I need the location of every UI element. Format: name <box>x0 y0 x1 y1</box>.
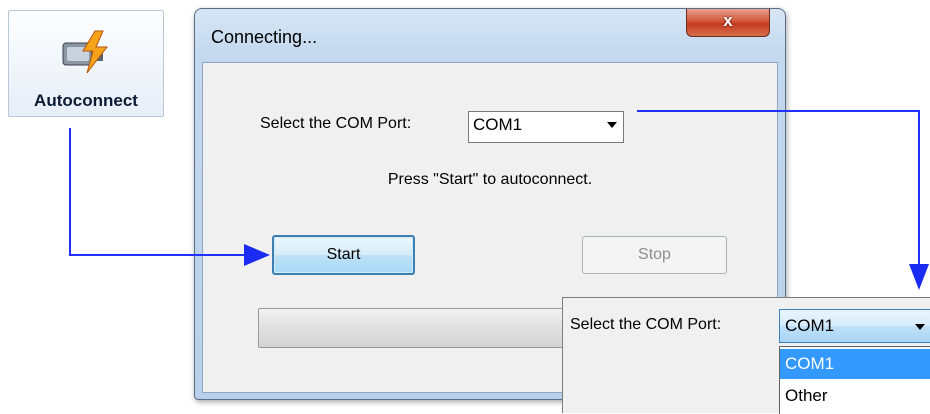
close-icon: x <box>723 11 733 30</box>
autoconnect-label: Autoconnect <box>34 91 138 110</box>
com-port-value: COM1 <box>473 115 523 134</box>
callout-com-port-select[interactable]: COM1 <box>779 309 930 343</box>
chevron-down-icon <box>915 324 925 330</box>
com-port-label: Select the COM Port: <box>260 115 412 132</box>
arrow-down-icon <box>909 264 929 290</box>
connector-line-horizontal <box>69 254 244 256</box>
dropdown-option-com1[interactable]: COM1 <box>780 349 930 379</box>
close-button[interactable]: x <box>686 9 770 37</box>
com-port-select[interactable]: COM1 <box>468 111 624 143</box>
connector-line-horizontal-2 <box>637 110 920 112</box>
stop-button[interactable]: Stop <box>582 236 727 274</box>
arrow-right-icon <box>244 244 270 266</box>
com-port-callout: Select the COM Port: COM1 COM1 Other <box>562 297 930 414</box>
chevron-down-icon <box>607 122 617 128</box>
autoconnect-hint: Press "Start" to autoconnect. <box>387 171 593 188</box>
callout-com-port-label: Select the COM Port: <box>570 316 722 333</box>
connector-line-vertical <box>69 128 71 255</box>
connector-line-vertical-2 <box>918 110 920 264</box>
dropdown-option-other[interactable]: Other <box>780 381 930 411</box>
start-button[interactable]: Start <box>272 235 415 275</box>
com-port-dropdown-list: COM1 Other <box>779 346 930 414</box>
autoconnect-button[interactable]: Autoconnect <box>8 10 164 117</box>
network-plug-bolt-icon <box>62 30 109 74</box>
callout-com-port-value: COM1 <box>785 316 835 335</box>
dialog-title: Connecting... <box>211 27 318 47</box>
